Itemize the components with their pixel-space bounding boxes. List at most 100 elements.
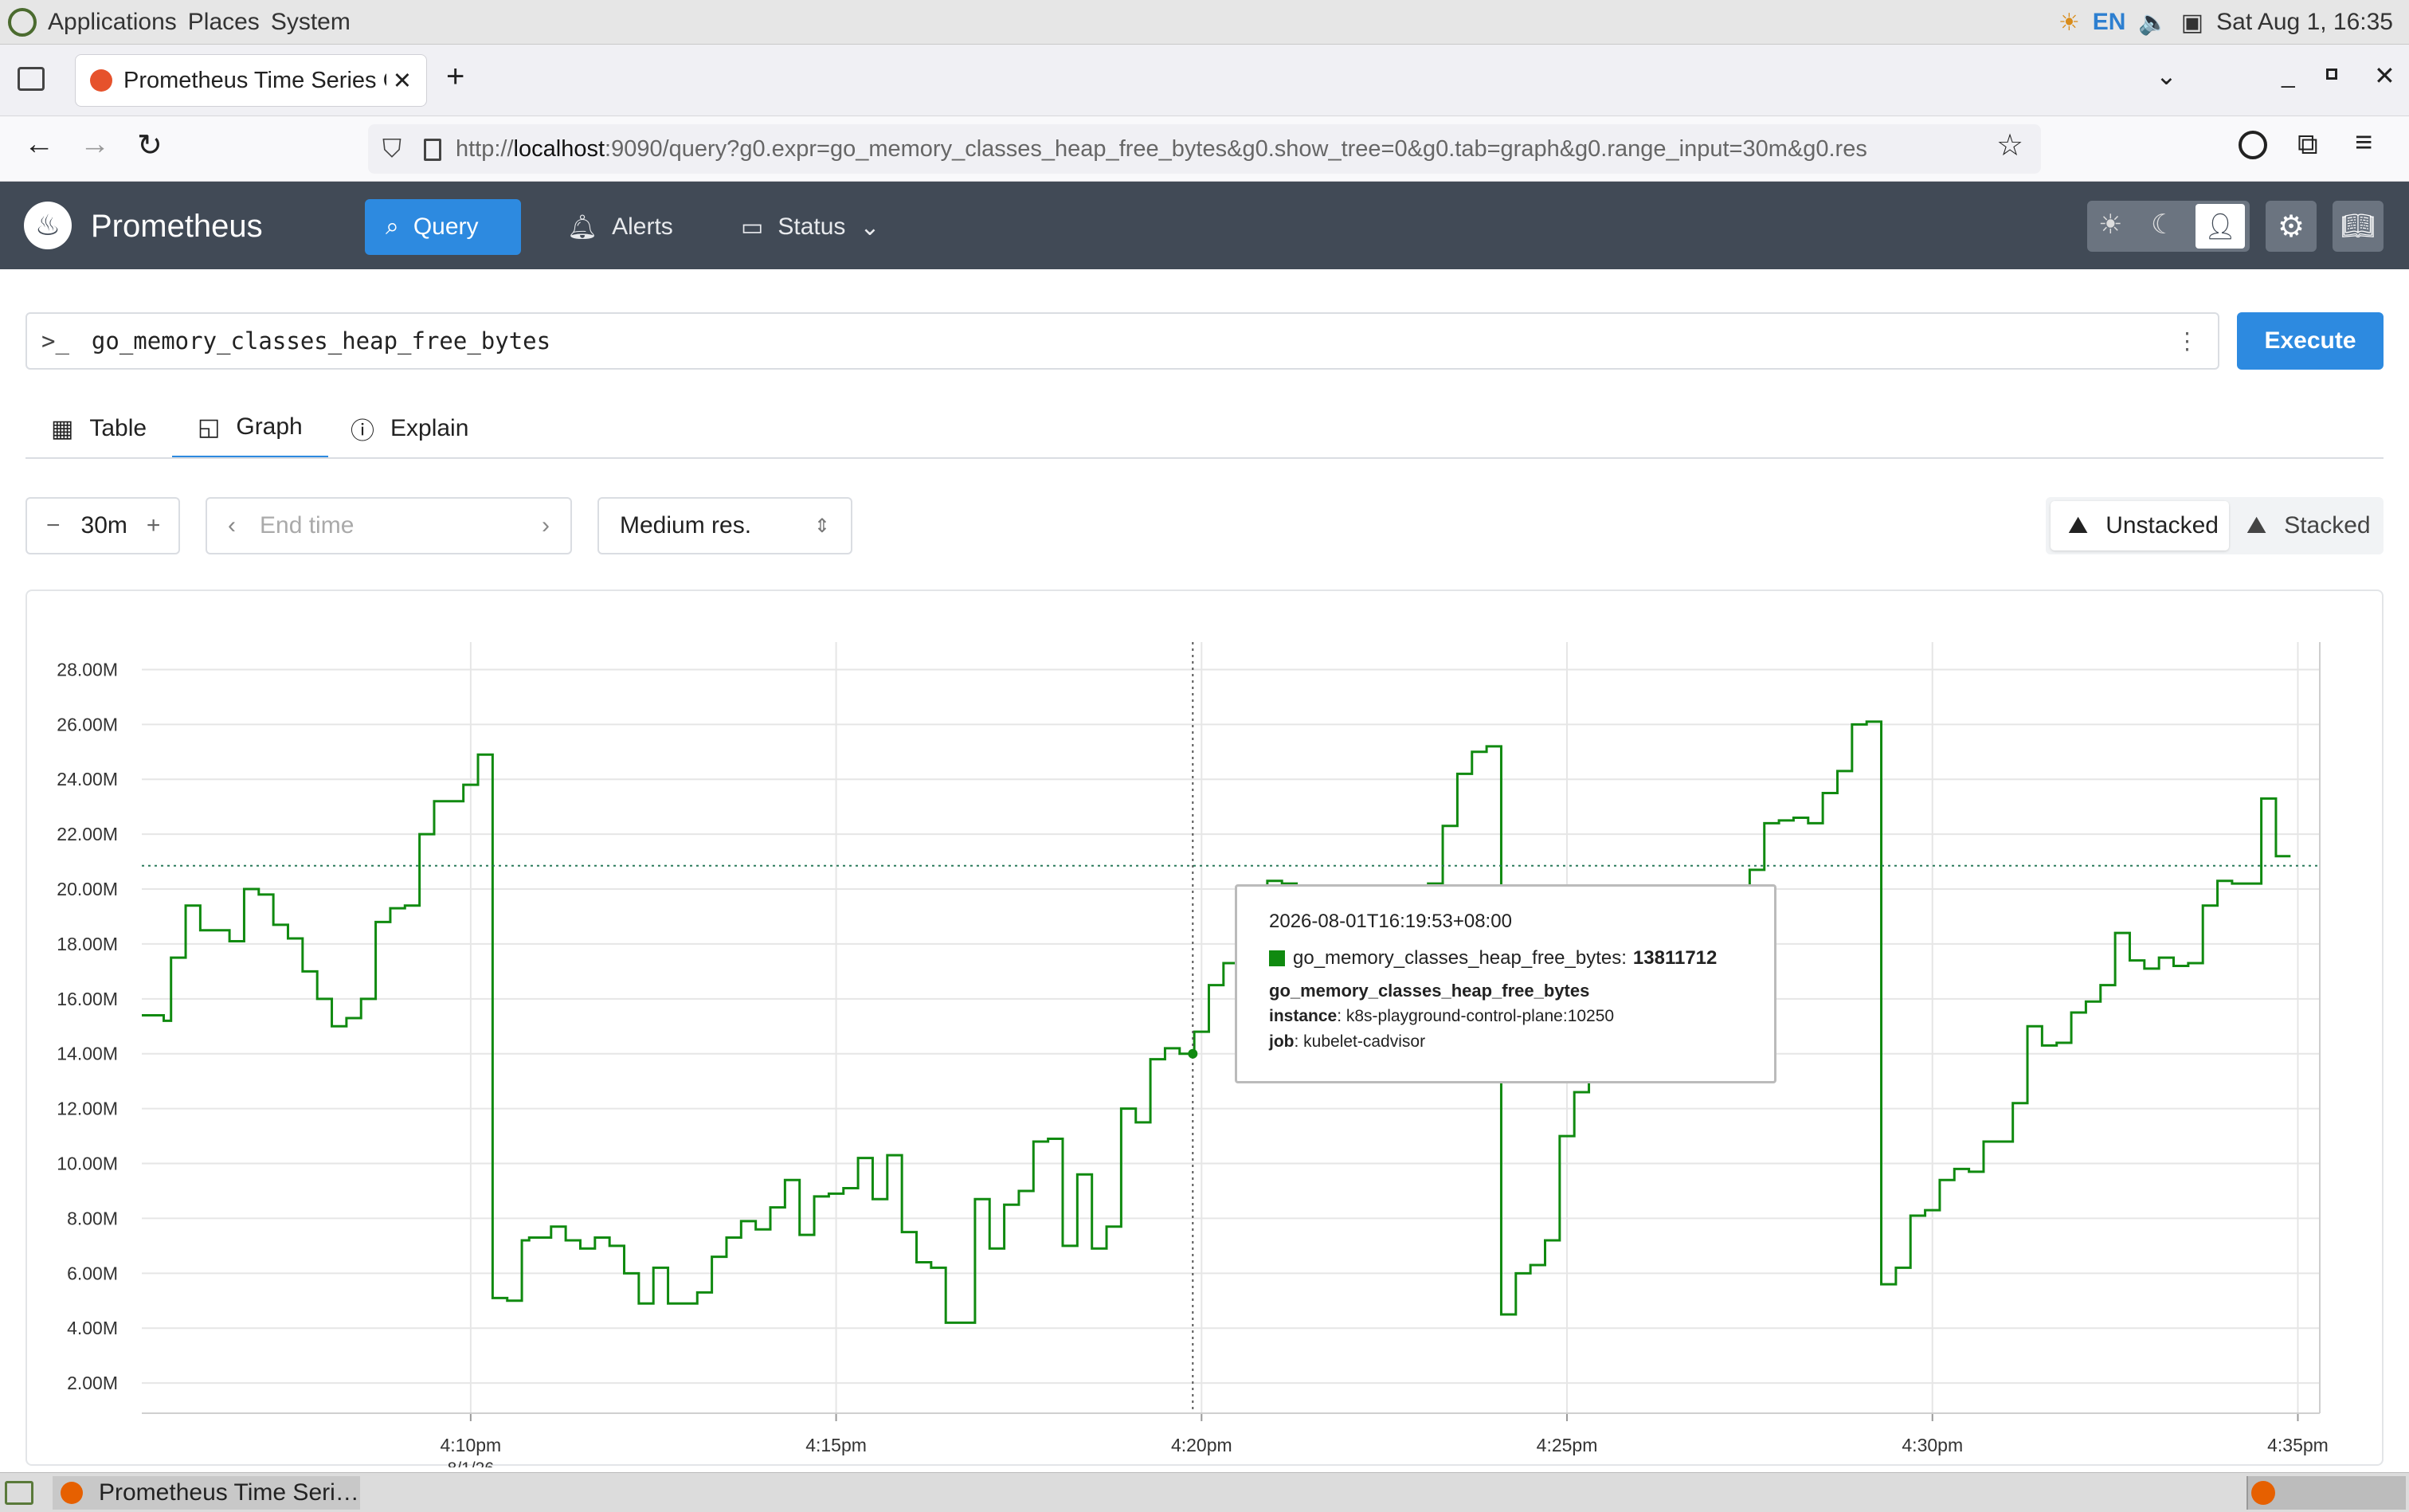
browser-tab[interactable]: Prometheus Time Series C ✕ bbox=[75, 54, 427, 107]
series-line bbox=[142, 720, 2291, 1324]
volume-icon[interactable]: 🔈 bbox=[2138, 9, 2168, 37]
url-host: localhost bbox=[513, 135, 605, 162]
maximize-icon[interactable] bbox=[2326, 69, 2337, 80]
next-time-icon[interactable]: › bbox=[542, 512, 550, 539]
theme-switcher: ☀ ☾ 👤︎ bbox=[2087, 201, 2250, 252]
stacked-label: Stacked bbox=[2284, 512, 2371, 539]
stack-toggle: ⛰ Unstacked ⛰ Stacked bbox=[2046, 497, 2384, 554]
y-tick-label: 26.00M bbox=[57, 714, 118, 734]
nav-status-button[interactable]: ▭ Status ⌄ bbox=[720, 199, 901, 255]
nav-query-label: Query bbox=[413, 213, 479, 240]
y-tick-label: 4.00M bbox=[67, 1318, 118, 1338]
nav-query-button[interactable]: ⌕ Query bbox=[365, 199, 521, 255]
y-tick-label: 10.00M bbox=[57, 1154, 118, 1174]
os-top-panel: Applications Places System ☀ EN 🔈 ▣ Sat … bbox=[0, 0, 2409, 45]
unstacked-button[interactable]: ⛰ Unstacked bbox=[2051, 501, 2229, 550]
previous-time-icon[interactable]: ‹ bbox=[228, 512, 236, 539]
url-rest: :9090/query?g0.expr=go_memory_classes_he… bbox=[605, 135, 1867, 162]
end-time-control: ‹ End time › bbox=[206, 497, 572, 554]
menu-icon[interactable]: ≡ bbox=[2355, 126, 2372, 160]
graph-tooltip: 2026-08-01T16:19:53+08:00 go_memory_clas… bbox=[1235, 884, 1776, 1083]
prometheus-logo-icon[interactable]: ♨ bbox=[24, 202, 72, 249]
end-time-input[interactable]: End time bbox=[260, 512, 542, 539]
info-icon: ⓘ bbox=[351, 418, 374, 445]
auto-theme-icon[interactable]: 👤︎ bbox=[2196, 204, 2245, 249]
reload-icon[interactable]: ↻ bbox=[137, 127, 163, 163]
x-tick-label: 4:35pm bbox=[2267, 1435, 2329, 1455]
tooltip-time: 2026-08-01T16:19:53+08:00 bbox=[1269, 911, 1512, 932]
network-icon[interactable]: ▣ bbox=[2181, 9, 2203, 37]
taskbar-window-label: Prometheus Time Seri… bbox=[99, 1479, 359, 1506]
back-icon[interactable]: ← bbox=[24, 127, 54, 162]
forward-icon[interactable]: → bbox=[80, 127, 110, 162]
y-tick-label: 22.00M bbox=[57, 824, 118, 844]
table-icon: ▦ bbox=[51, 415, 74, 442]
prompt-icon: >_ bbox=[41, 327, 69, 354]
os-menu-places[interactable]: Places bbox=[188, 9, 260, 36]
clock[interactable]: Sat Aug 1, 16:35 bbox=[2216, 9, 2393, 36]
more-options-icon[interactable]: ⋮ bbox=[2176, 327, 2199, 354]
tray-firefox-icon[interactable] bbox=[2251, 1481, 2275, 1505]
tab-explain[interactable]: ⓘ Explain bbox=[325, 398, 494, 459]
tooltip-series-row: go_memory_classes_heap_free_bytes: 13811… bbox=[1269, 944, 1742, 973]
y-tick-label: 28.00M bbox=[57, 659, 118, 680]
tab-graph[interactable]: ◱ Graph bbox=[172, 398, 328, 459]
tab-overview-icon[interactable] bbox=[18, 67, 45, 91]
range-control: − 30m + bbox=[25, 497, 180, 554]
prometheus-favicon-icon bbox=[90, 69, 112, 92]
tooltip-instance: instance: k8s-playground-control-plane:1… bbox=[1269, 1004, 1742, 1029]
series-color-swatch bbox=[1269, 950, 1285, 966]
os-logo-icon[interactable] bbox=[8, 7, 37, 37]
range-value[interactable]: 30m bbox=[81, 512, 127, 539]
dark-theme-icon[interactable]: ☾ bbox=[2151, 209, 2175, 241]
os-menu-applications[interactable]: Applications bbox=[48, 9, 177, 36]
x-tick-label: 4:30pm bbox=[1902, 1435, 1963, 1455]
light-theme-icon[interactable]: ☀ bbox=[2098, 209, 2122, 241]
nav-alerts-button[interactable]: 🔔︎ Alerts bbox=[546, 199, 694, 255]
url-bar[interactable]: ⛉ http:// localhost :9090/query?g0.expr=… bbox=[368, 124, 2041, 174]
minimize-icon[interactable]: _ bbox=[2282, 62, 2295, 89]
query-expression: go_memory_classes_heap_free_bytes bbox=[91, 327, 551, 354]
bookmark-star-icon[interactable]: ☆ bbox=[1996, 127, 2023, 163]
increase-range-icon[interactable]: + bbox=[147, 512, 161, 539]
new-tab-icon[interactable]: + bbox=[446, 59, 464, 95]
close-window-icon[interactable]: ✕ bbox=[2374, 61, 2395, 91]
os-menu-system[interactable]: System bbox=[271, 9, 351, 36]
browser-nav-bar: ← → ↻ ⛉ http:// localhost :9090/query?g0… bbox=[0, 116, 2409, 182]
settings-gear-icon[interactable]: ⚙ bbox=[2266, 201, 2317, 252]
query-input[interactable]: >_ go_memory_classes_heap_free_bytes ⋮ bbox=[25, 312, 2219, 370]
x-tick-date-label: 8/1/26 bbox=[448, 1459, 494, 1467]
nav-status-label: Status bbox=[778, 213, 846, 240]
shield-icon[interactable]: ⛉ bbox=[382, 134, 402, 164]
keyboard-language[interactable]: EN bbox=[2093, 9, 2126, 36]
show-desktop-icon[interactable] bbox=[5, 1481, 33, 1505]
decrease-range-icon[interactable]: − bbox=[46, 512, 61, 539]
tooltip-series-label: go_memory_classes_heap_free_bytes: bbox=[1293, 947, 1627, 969]
x-tick-label: 4:10pm bbox=[440, 1435, 501, 1455]
tooltip-metric-name: go_memory_classes_heap_free_bytes bbox=[1269, 981, 1590, 1001]
resolution-select[interactable]: Medium res. ⇕ bbox=[597, 497, 852, 554]
unstacked-chart-icon: ⛰ bbox=[2068, 512, 2089, 539]
tab-title: Prometheus Time Series C bbox=[123, 67, 386, 93]
time-series-chart[interactable]: 2.00M 4.00M 6.00M 8.00M 10.00M 12.00M 14.00M 16… bbox=[27, 591, 2385, 1467]
search-icon: ⌕ bbox=[386, 213, 399, 240]
account-icon[interactable] bbox=[2239, 131, 2267, 159]
tab-table[interactable]: ▦ Table bbox=[25, 398, 172, 459]
tab-list-icon[interactable]: ⌄ bbox=[2156, 61, 2177, 91]
taskbar-window-button[interactable]: Prometheus Time Seri… bbox=[53, 1476, 360, 1510]
y-tick-label: 6.00M bbox=[67, 1263, 118, 1283]
stacked-button[interactable]: ⛰ Stacked bbox=[2229, 501, 2371, 550]
close-tab-icon[interactable]: ✕ bbox=[393, 67, 412, 95]
page-info-icon[interactable] bbox=[424, 139, 441, 161]
y-tick-label: 24.00M bbox=[57, 769, 118, 789]
y-tick-label: 2.00M bbox=[67, 1373, 118, 1393]
tooltip-value: 13811712 bbox=[1632, 947, 1718, 969]
brand-title[interactable]: Prometheus bbox=[91, 209, 263, 245]
tooltip-instance-value: : k8s-playground-control-plane:10250 bbox=[1337, 1007, 1615, 1025]
extensions-icon[interactable]: ⧉ bbox=[2297, 127, 2318, 162]
weather-icon[interactable]: ☀ bbox=[2058, 9, 2080, 37]
docs-book-icon[interactable]: 📖︎ bbox=[2333, 201, 2384, 252]
tabs-divider bbox=[25, 457, 2384, 459]
execute-button[interactable]: Execute bbox=[2237, 312, 2384, 370]
y-tick-label: 8.00M bbox=[67, 1208, 118, 1228]
